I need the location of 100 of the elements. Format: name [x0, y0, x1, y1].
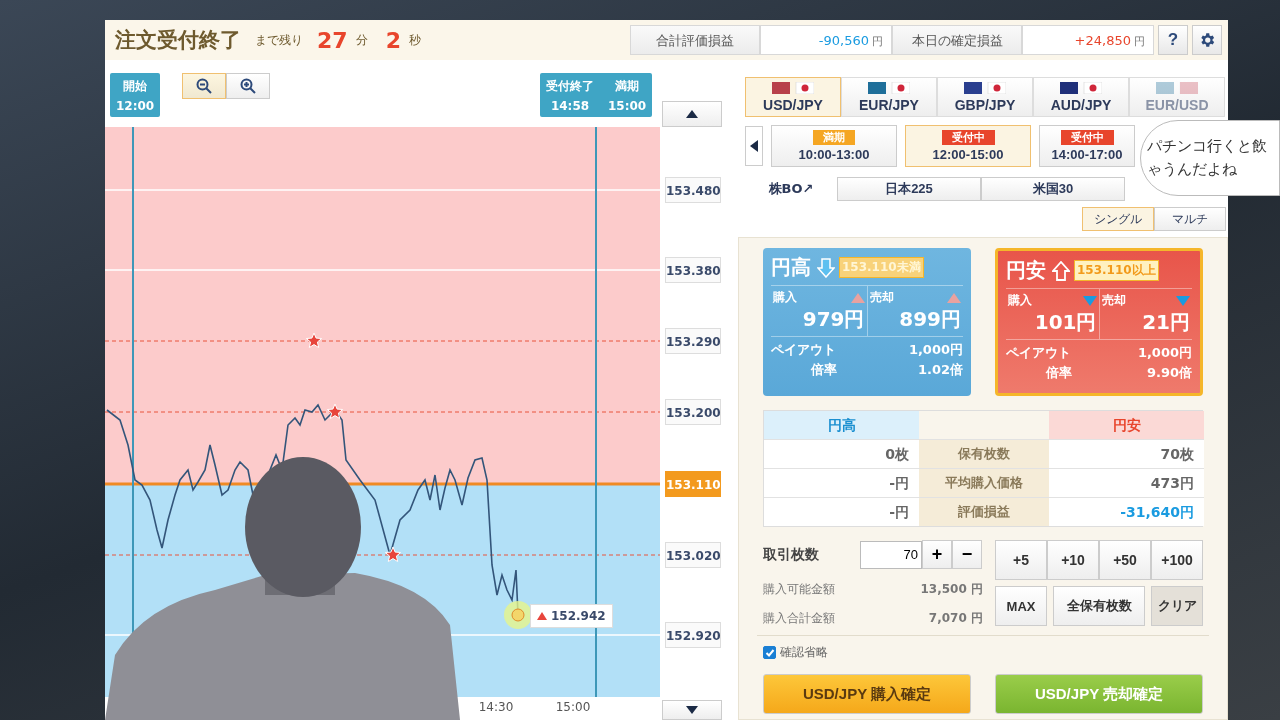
- quantity-field[interactable]: 70: [860, 540, 922, 569]
- buy-label: 購入: [1008, 292, 1032, 309]
- zoom-in-icon: [240, 78, 256, 94]
- triangle-up-icon: [686, 110, 698, 118]
- payout-value: 1,000円: [1137, 344, 1192, 362]
- currency-tab[interactable]: AUD/JPY: [1033, 77, 1129, 117]
- summary-value: -90,560 円: [760, 25, 892, 55]
- decrement-button[interactable]: −: [952, 540, 982, 569]
- session-button[interactable]: 受付中 12:00-15:00: [905, 125, 1031, 167]
- current-price-dot: [504, 601, 532, 629]
- rate-value: 1.02倍: [916, 361, 963, 379]
- summary-value: +24,850 円: [1022, 25, 1154, 55]
- seconds-unit: 秒: [408, 31, 421, 49]
- time-marker-label: 受付終了 14:58 満期 15:00: [540, 73, 653, 117]
- table-header: 円安: [1049, 411, 1204, 439]
- time-marker-label: 開始 12:00: [110, 73, 161, 117]
- sell-label: 売却: [869, 289, 894, 306]
- flag-pair-icon: [964, 81, 1006, 94]
- time-axis-label: 15:00: [554, 700, 592, 714]
- price-axis-label: 153.200: [665, 399, 721, 425]
- confirm-order-button[interactable]: USD/JPY 購入確定: [763, 674, 971, 714]
- total-amount: 7,070 円: [928, 610, 983, 627]
- flag-pair-icon: [772, 81, 814, 94]
- sell-price: 899円: [898, 306, 961, 333]
- session-button[interactable]: 満期 10:00-13:00: [771, 125, 897, 167]
- index-button[interactable]: 日本225: [837, 177, 981, 201]
- triangle-down-icon: [1176, 295, 1190, 306]
- quick-add-button[interactable]: +100: [1151, 540, 1203, 580]
- quick-add-button[interactable]: +5: [995, 540, 1047, 580]
- flag-pair-icon: [1156, 81, 1198, 94]
- available-amount: 13,500 円: [920, 581, 983, 598]
- arrow-up-icon: [1052, 260, 1070, 281]
- table-cell: 保有枚数: [919, 439, 1049, 468]
- current-price-value: 152.942: [551, 609, 606, 623]
- buy-price: 101円: [1033, 309, 1097, 336]
- price-axis-label: 153.020: [665, 542, 721, 568]
- threshold-badge: 153.110未満: [839, 257, 924, 278]
- table-header: 円高: [764, 411, 919, 439]
- stock-bo-link[interactable]: 株BO↗: [745, 180, 837, 198]
- table-cell: -円: [764, 497, 919, 526]
- quick-add-button[interactable]: +10: [1047, 540, 1099, 580]
- mode-toggle-button[interactable]: シングル: [1082, 207, 1154, 231]
- increment-button[interactable]: +: [922, 540, 952, 569]
- rate-value: 9.90倍: [1145, 364, 1192, 382]
- triangle-down-icon: [1082, 295, 1097, 306]
- rate-label: 倍率: [1044, 364, 1073, 382]
- remaining-label: まで残り: [255, 31, 303, 49]
- rate-label: 倍率: [809, 361, 838, 379]
- status-title: 注文受付終了: [115, 27, 241, 54]
- scroll-up-button[interactable]: [662, 101, 722, 127]
- triangle-left-icon: [750, 140, 758, 152]
- speech-bubble: パチンコ行くと飲 ゃうんだよね: [1140, 120, 1280, 196]
- summary-label: 本日の確定損益: [892, 25, 1022, 55]
- price-axis-label: 153.290: [665, 328, 721, 354]
- time-axis-label: 14:30: [477, 700, 515, 714]
- table-cell: 473円: [1049, 468, 1204, 497]
- table-cell: 70枚: [1049, 439, 1204, 468]
- price-axis-label: 153.480: [665, 177, 721, 203]
- sell-price: 21円: [1141, 309, 1190, 336]
- sell-label: 売却: [1101, 292, 1126, 309]
- mode-toggle-button[interactable]: マルチ: [1154, 207, 1226, 231]
- price-axis-label: 153.110: [665, 471, 721, 497]
- previous-button[interactable]: [745, 126, 763, 166]
- quantity-action-button[interactable]: 全保有枚数: [1053, 586, 1145, 626]
- checkbox[interactable]: [763, 646, 776, 659]
- flag-pair-icon: [1060, 81, 1102, 94]
- total-label: 購入合計金額: [763, 610, 835, 627]
- arrow-down-icon: [817, 257, 835, 278]
- zoom-out-button[interactable]: [182, 73, 226, 99]
- currency-tab[interactable]: EUR/JPY: [841, 77, 937, 117]
- threshold-badge: 153.110以上: [1074, 260, 1159, 281]
- summary-label: 合計評価損益: [630, 25, 760, 55]
- settings-button[interactable]: [1192, 25, 1222, 55]
- option-title: 円高: [771, 254, 811, 281]
- quick-add-button[interactable]: +50: [1099, 540, 1151, 580]
- help-button[interactable]: ?: [1158, 25, 1188, 55]
- table-cell: 0枚: [764, 439, 919, 468]
- star-marker: [384, 546, 402, 562]
- price-axis-label: 153.380: [665, 257, 721, 283]
- scroll-down-button[interactable]: [662, 700, 722, 720]
- price-axis-label: 152.920: [665, 622, 721, 648]
- quantity-action-button[interactable]: クリア: [1151, 586, 1203, 626]
- payout-label: ペイアウト: [771, 341, 837, 359]
- minutes-value: 27: [317, 27, 348, 53]
- index-button[interactable]: 米国30: [981, 177, 1125, 201]
- currency-tab[interactable]: GBP/JPY: [937, 77, 1033, 117]
- seconds-value: 2: [385, 27, 401, 53]
- quantity-label: 取引枚数: [763, 545, 820, 564]
- available-label: 購入可能金額: [763, 581, 835, 598]
- table-cell: -円: [764, 468, 919, 497]
- zoom-in-button[interactable]: [226, 73, 270, 99]
- triangle-up-icon: [850, 292, 865, 303]
- minutes-unit: 分: [355, 31, 368, 49]
- session-button[interactable]: 受付中 14:00-17:00: [1039, 125, 1135, 167]
- table-cell: 平均購入価格: [919, 468, 1049, 497]
- quantity-action-button[interactable]: MAX: [995, 586, 1047, 626]
- currency-tab[interactable]: USD/JPY: [745, 77, 841, 117]
- flag-pair-icon: [868, 81, 910, 94]
- table-cell: -31,640円: [1049, 497, 1204, 526]
- triangle-down-icon: [686, 706, 698, 714]
